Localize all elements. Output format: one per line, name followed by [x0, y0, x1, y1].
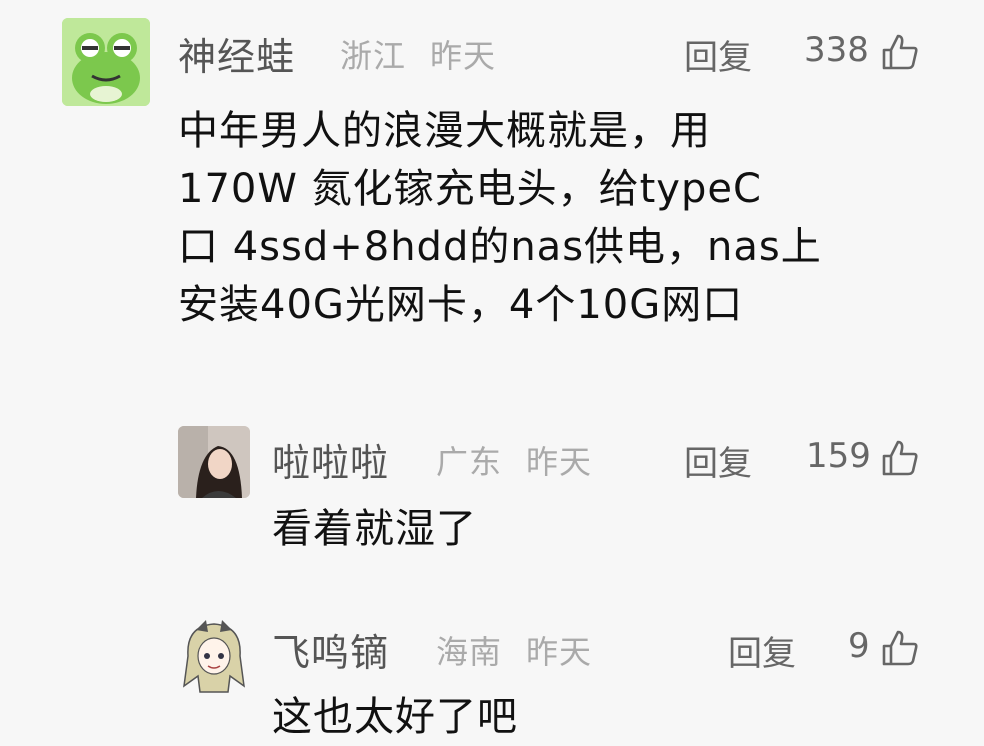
- comment-author-name[interactable]: 飞鸣镝: [272, 622, 389, 677]
- comment-author-name[interactable]: 神经蛙: [178, 26, 295, 81]
- reply-item: 啦啦啦 广东 昨天 回复 159 看着就湿了: [0, 410, 984, 580]
- comment-text: 中年男人的浪漫大概就是，用 170W 氮化镓充电头，给typeC 口 4ssd+…: [178, 102, 822, 334]
- comment-time: 昨天: [430, 37, 497, 75]
- comment-line: 中年男人的浪漫大概就是，用: [178, 108, 711, 154]
- comment-location: 广东: [436, 443, 503, 481]
- thumbs-up-icon[interactable]: [880, 628, 920, 668]
- thumbs-up-icon[interactable]: [880, 32, 920, 72]
- thumbs-up-icon[interactable]: [880, 438, 920, 478]
- like-count: 9: [848, 626, 870, 666]
- reply-button[interactable]: 回复: [728, 626, 796, 675]
- woman-photo-avatar-icon[interactable]: [178, 426, 250, 498]
- comment-item: 神经蛙 浙江 昨天 回复 338 中年男人的浪漫大概就是，用 170W 氮化镓充…: [0, 0, 984, 400]
- reply-button[interactable]: 回复: [684, 436, 752, 485]
- comment-text: 这也太好了吧: [272, 688, 518, 746]
- comment-time: 昨天: [526, 633, 593, 671]
- comment-location: 浙江: [340, 37, 407, 75]
- comment-line: 这也太好了吧: [272, 694, 518, 740]
- comment-line: 安装40G光网卡，4个10G网口: [178, 282, 744, 328]
- comment-text: 看着就湿了: [272, 500, 477, 558]
- comment-line: 口 4ssd+8hdd的nas供电，nas上: [178, 224, 822, 270]
- reply-item: 飞鸣镝 海南 昨天 回复 9 这也太好了吧: [0, 600, 984, 745]
- frog-avatar-icon[interactable]: [62, 18, 150, 106]
- comment-location: 海南: [436, 633, 503, 671]
- anime-girl-avatar-icon[interactable]: [178, 616, 250, 696]
- reply-button[interactable]: 回复: [684, 30, 752, 79]
- like-count: 338: [804, 30, 869, 70]
- comment-author-name[interactable]: 啦啦啦: [272, 432, 389, 487]
- comment-time: 昨天: [526, 443, 593, 481]
- comment-line: 170W 氮化镓充电头，给typeC: [178, 166, 762, 212]
- like-count: 159: [806, 436, 871, 476]
- comment-line: 看着就湿了: [272, 506, 477, 552]
